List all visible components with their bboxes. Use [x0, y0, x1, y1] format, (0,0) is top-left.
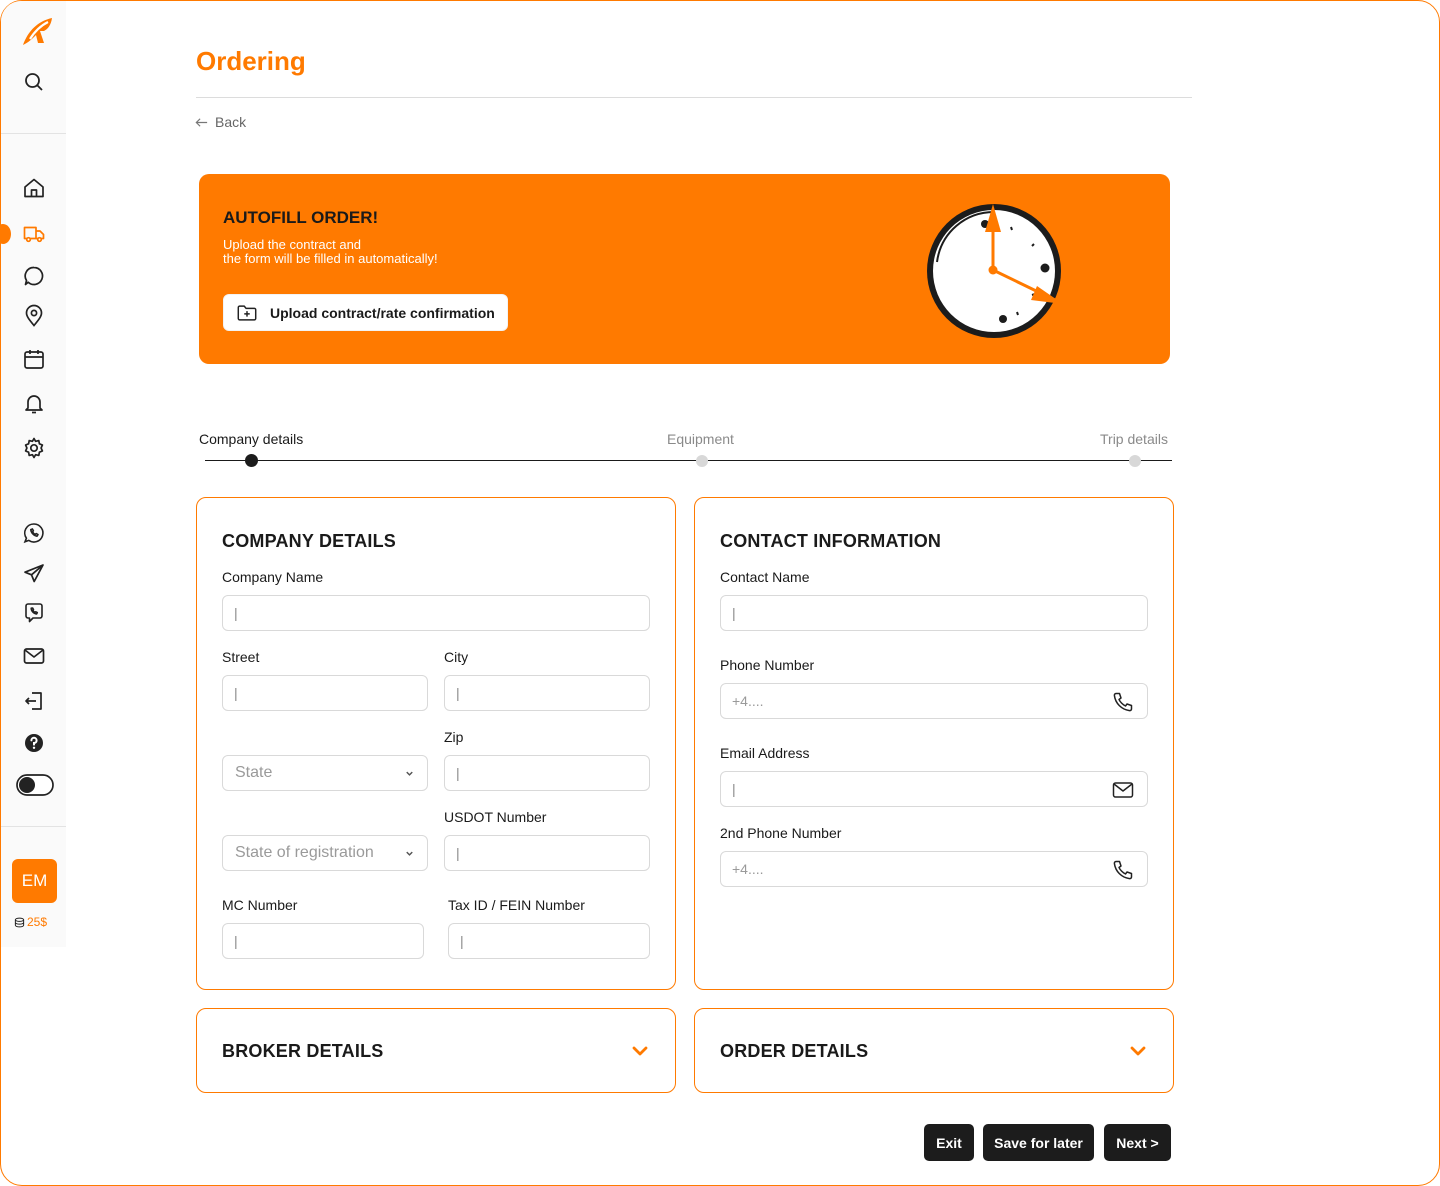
autofill-banner: AUTOFILL ORDER! Upload the contract and … [199, 174, 1170, 364]
page-title: Ordering [196, 46, 306, 76]
phone-number-placeholder: +4.... [732, 693, 764, 709]
theme-toggle[interactable] [16, 771, 54, 799]
settings-gear-icon[interactable] [20, 434, 48, 462]
save-for-later-button[interactable]: Save for later [983, 1124, 1094, 1161]
whatsapp-icon[interactable] [20, 519, 48, 547]
step-dot-inactive [696, 455, 708, 467]
second-phone-placeholder: +4.... [732, 861, 764, 877]
state-of-registration-placeholder: State of registration [235, 844, 374, 861]
contact-information-card: CONTACT INFORMATION Contact Name | Phone… [694, 497, 1174, 990]
mc-number-input[interactable]: | [222, 923, 424, 959]
phone-number-input[interactable]: +4.... [720, 683, 1148, 719]
contact-name-input[interactable]: | [720, 595, 1148, 631]
state-placeholder: State [235, 764, 273, 781]
avatar[interactable]: EM [12, 859, 57, 903]
zip-label: Zip [444, 729, 464, 745]
banner-description: Upload the contract and the form will be… [223, 238, 523, 266]
coins-icon [14, 917, 25, 927]
second-phone-label: 2nd Phone Number [720, 825, 842, 841]
step-trip-details[interactable]: Trip details [1100, 431, 1168, 447]
next-button[interactable]: Next > [1104, 1124, 1171, 1161]
chevron-down-icon[interactable] [1130, 1045, 1146, 1057]
folder-plus-icon [237, 304, 257, 321]
chat-icon[interactable] [20, 262, 48, 290]
contact-name-label: Contact Name [720, 569, 810, 585]
tax-id-input[interactable]: | [448, 923, 650, 959]
mail-icon [1112, 782, 1134, 798]
help-icon[interactable] [20, 729, 48, 757]
credits-value: 25$ [27, 915, 48, 929]
step-equipment[interactable]: Equipment [667, 431, 734, 447]
contact-information-title: CONTACT INFORMATION [720, 531, 942, 551]
calendar-icon[interactable] [20, 345, 48, 373]
banner-title: AUTOFILL ORDER! [223, 208, 379, 227]
location-pin-icon[interactable] [20, 302, 48, 330]
city-label: City [444, 649, 469, 665]
step-dot-active [245, 454, 258, 467]
upload-contract-button[interactable]: Upload contract/rate confirmation [223, 294, 508, 331]
phone-icon [1113, 860, 1133, 880]
search-icon[interactable] [20, 68, 48, 96]
logout-icon[interactable] [20, 687, 48, 715]
state-select[interactable]: State [222, 755, 428, 791]
company-name-input[interactable]: | [222, 595, 650, 631]
chevron-down-icon [406, 851, 413, 856]
home-icon[interactable] [20, 174, 48, 202]
logo-icon[interactable] [20, 15, 54, 49]
mc-number-label: MC Number [222, 897, 298, 913]
street-label: Street [222, 649, 260, 665]
usdot-input[interactable]: | [444, 835, 650, 871]
upload-contract-label: Upload contract/rate confirmation [270, 304, 495, 321]
sidebar-divider [1, 826, 66, 827]
broker-details-title: BROKER DETAILS [222, 1041, 384, 1061]
arrow-left-icon [195, 117, 208, 127]
state-of-registration-select[interactable]: State of registration [222, 835, 428, 871]
back-label: Back [215, 114, 247, 130]
tax-id-label: Tax ID / FEIN Number [448, 897, 585, 913]
sidebar-divider [1, 133, 66, 134]
company-details-card: COMPANY DETAILS Company Name | Street | … [196, 497, 676, 990]
email-address-input[interactable]: | [720, 771, 1148, 807]
exit-button[interactable]: Exit [924, 1124, 974, 1161]
clock-illustration [927, 204, 1063, 338]
company-details-title: COMPANY DETAILS [222, 531, 397, 551]
mail-icon[interactable] [20, 642, 48, 670]
second-phone-input[interactable]: +4.... [720, 851, 1148, 887]
street-input[interactable]: | [222, 675, 428, 711]
email-address-label: Email Address [720, 745, 810, 761]
credits-balance: 25$ [14, 915, 47, 929]
order-details-title: ORDER DETAILS [720, 1041, 869, 1061]
telegram-icon[interactable] [20, 559, 48, 587]
city-input[interactable]: | [444, 675, 650, 711]
order-details-card[interactable]: ORDER DETAILS [694, 1008, 1174, 1093]
step-dot-inactive [1129, 455, 1141, 467]
sidebar: EM 25$ [0, 1, 66, 947]
bell-icon[interactable] [20, 389, 48, 417]
back-link[interactable]: Back [194, 114, 246, 130]
zip-input[interactable]: | [444, 755, 650, 791]
phone-icon [1113, 692, 1133, 712]
truck-icon[interactable] [20, 220, 48, 248]
phone-number-label: Phone Number [720, 657, 815, 673]
chevron-down-icon [406, 771, 413, 776]
banner-line-1: Upload the contract and [223, 237, 362, 252]
step-company-details[interactable]: Company details [199, 431, 303, 447]
viber-icon[interactable] [20, 599, 48, 627]
chevron-down-icon[interactable] [632, 1045, 648, 1057]
active-indicator [0, 224, 11, 244]
stepper-track [205, 460, 1172, 461]
title-divider [196, 97, 1192, 98]
usdot-label: USDOT Number [444, 809, 547, 825]
broker-details-card[interactable]: BROKER DETAILS [196, 1008, 676, 1093]
banner-line-2: the form will be filled in automatically… [223, 251, 438, 266]
company-name-label: Company Name [222, 569, 324, 585]
